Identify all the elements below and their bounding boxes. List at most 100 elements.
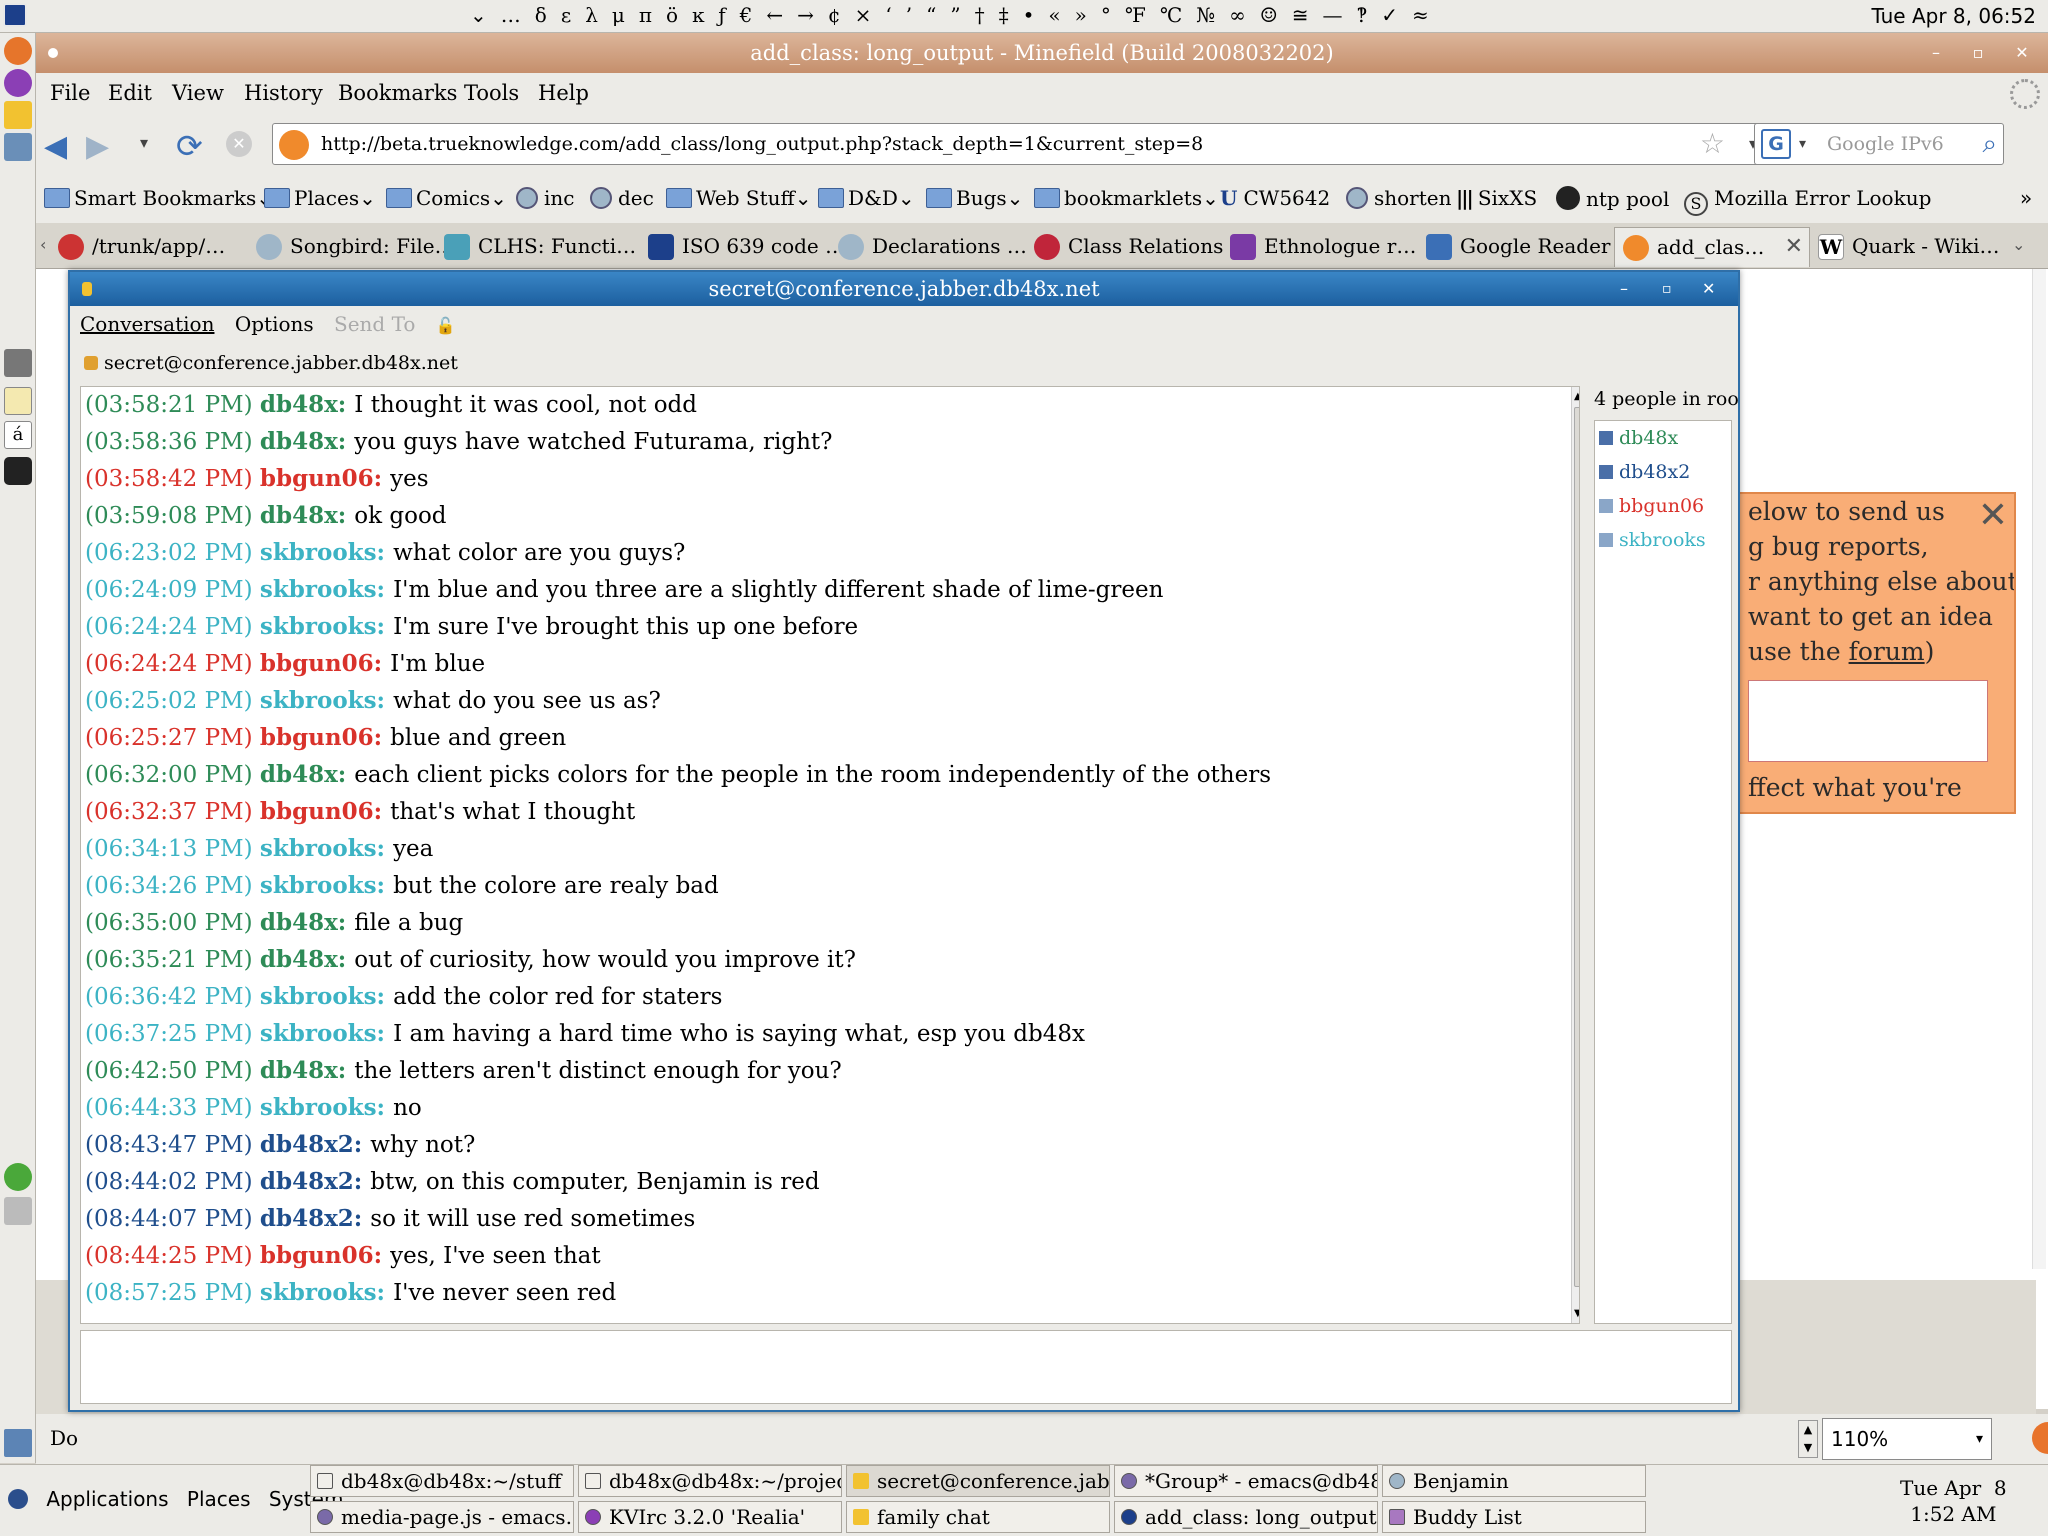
task-chat-secret[interactable]: secret@conference.jabb… [846, 1465, 1110, 1497]
url-bar[interactable]: http://beta.trueknowledge.com/add_class/… [272, 123, 1764, 165]
char-button[interactable]: … [501, 3, 522, 27]
stop-icon[interactable]: ✕ [226, 131, 252, 157]
char-button[interactable]: ” [950, 3, 961, 27]
message-sender[interactable]: db48x: [260, 428, 354, 455]
char-button[interactable]: ≈ [1412, 3, 1430, 27]
message-sender[interactable]: skbrooks: [260, 576, 393, 603]
engine-dropdown-icon[interactable]: ▾ [1799, 124, 1806, 164]
menu-bookmarks[interactable]: Bookmarks [338, 81, 457, 105]
message-sender[interactable]: db48x: [260, 909, 354, 936]
tab-trunk-app[interactable]: /trunk/app/… [50, 227, 246, 267]
terminal-launcher-icon[interactable] [4, 133, 32, 161]
firefox-launcher-icon[interactable] [4, 37, 32, 65]
chat-scrollbar[interactable]: ▲ ▼ [1571, 387, 1579, 1323]
menu-places[interactable]: Places [187, 1487, 251, 1511]
char-button[interactable]: » [1075, 3, 1088, 27]
message-sender[interactable]: db48x: [260, 391, 354, 418]
char-button[interactable]: × [855, 3, 873, 27]
char-button[interactable]: “ [926, 3, 937, 27]
bookmark-web-stuff[interactable]: Web Stuff⌄ [666, 186, 812, 210]
char-button[interactable]: ℃ [1160, 3, 1183, 27]
extension-status-icon[interactable] [2032, 1422, 2048, 1454]
close-icon[interactable]: ✕ [2010, 41, 2034, 65]
menu-send-to[interactable]: Send To [334, 312, 415, 336]
tab-iso-639[interactable]: ISO 639 code … [640, 227, 860, 267]
feedback-textarea[interactable] [1748, 680, 1988, 762]
chat-scroll-thumb[interactable] [1574, 407, 1579, 1287]
char-button[interactable]: ¢ [828, 3, 842, 27]
char-button[interactable]: † [975, 3, 986, 27]
forum-link[interactable]: forum [1849, 637, 1925, 666]
message-sender[interactable]: db48x2: [260, 1168, 370, 1195]
message-sender[interactable]: skbrooks: [260, 1020, 393, 1047]
top-clock[interactable]: Tue Apr 8, 06:52 [1871, 4, 2036, 28]
search-bar[interactable]: G ▾ Google IPv6 ⌕ [1754, 123, 2004, 165]
task-emacs-media-page[interactable]: media-page.js - emacs… [310, 1501, 574, 1533]
message-sender[interactable]: db48x2: [260, 1131, 370, 1158]
search-icon[interactable]: ⌕ [1982, 124, 1997, 164]
google-engine-icon[interactable]: G [1761, 129, 1791, 159]
bookmark-shorten[interactable]: shorten [1346, 186, 1452, 210]
bookmark-sixxs[interactable]: ||| SixXS [1456, 186, 1537, 210]
task-terminal-projects[interactable]: db48x@db48x:~/projec… [578, 1465, 842, 1497]
message-sender[interactable]: db48x: [260, 761, 354, 788]
tab-quark-wiki[interactable]: W Quark - Wiki… [1810, 227, 2010, 267]
user-list[interactable]: db48x db48x2 bbgun06 skbrooks [1594, 420, 1732, 1324]
menu-view[interactable]: View [172, 81, 224, 105]
room-user[interactable]: skbrooks [1599, 529, 1706, 551]
tab-add-class[interactable]: add_clas… ✕ [1614, 227, 1810, 267]
page-scrollbar[interactable] [2032, 269, 2046, 1269]
menu-tools[interactable]: Tools [464, 81, 519, 105]
char-button[interactable]: δ [535, 3, 548, 27]
zoom-stepper[interactable]: ▲ ▼ [1798, 1420, 1818, 1458]
char-button[interactable]: λ [585, 3, 599, 27]
message-compose-field[interactable] [80, 1330, 1732, 1404]
char-button[interactable]: ≅ [1292, 3, 1310, 27]
char-button[interactable]: ℉ [1125, 3, 1147, 27]
bookmark-mozilla-error-lookup[interactable]: S Mozilla Error Lookup [1684, 186, 1931, 216]
tab-close-icon[interactable]: ✕ [1785, 228, 1803, 266]
char-button[interactable]: ⌄ [470, 3, 488, 27]
menu-applications[interactable]: Applications [46, 1487, 168, 1511]
char-button[interactable]: ö [666, 3, 679, 27]
chat-maximize-icon[interactable]: ▫ [1662, 272, 1672, 306]
scroll-down-icon[interactable]: ▼ [1574, 1308, 1579, 1319]
task-emacs-group[interactable]: *Group* - emacs@db48… [1114, 1465, 1378, 1497]
pidgin-launcher-icon[interactable] [4, 101, 32, 129]
message-sender[interactable]: skbrooks: [260, 835, 393, 862]
bookmark-bugs[interactable]: Bugs⌄ [926, 186, 1023, 210]
conversation-tab[interactable]: secret@conference.jabber.db48x.net [84, 352, 458, 374]
tab-scroll-left-icon[interactable]: ‹ [40, 235, 46, 254]
message-sender[interactable]: db48x2: [260, 1205, 370, 1232]
network-status-icon[interactable] [4, 1163, 32, 1191]
chat-log[interactable]: ▲ ▼ (03:58:21 PM) db48x: I thought it wa… [80, 386, 1580, 1324]
camera-launcher-icon[interactable] [4, 457, 32, 485]
room-user[interactable]: bbgun06 [1599, 495, 1704, 517]
char-button[interactable]: ‘ [885, 3, 892, 27]
message-sender[interactable]: db48x: [260, 946, 354, 973]
bookmark-star-icon[interactable]: ☆ [1700, 124, 1725, 164]
tab-clhs[interactable]: CLHS: Functi… [436, 227, 656, 267]
character-map-launcher-icon[interactable]: á [4, 421, 32, 449]
message-sender[interactable]: bbgun06: [260, 465, 390, 492]
reload-icon[interactable]: ⟳ [176, 127, 203, 165]
bookmark-places[interactable]: Places⌄ [264, 186, 376, 210]
char-button[interactable]: ‡ [999, 3, 1010, 27]
chat-minimize-icon[interactable]: – [1620, 272, 1628, 306]
feedback-close-icon[interactable]: ✕ [1978, 498, 2008, 534]
printer-icon[interactable] [4, 1197, 32, 1225]
menu-help[interactable]: Help [538, 81, 589, 105]
menu-history-label[interactable]: History [244, 81, 323, 105]
char-button[interactable]: ∞ [1229, 3, 1247, 27]
menu-options[interactable]: Options [235, 312, 314, 336]
task-buddy-list[interactable]: Buddy List [1382, 1501, 1646, 1533]
bookmark-bookmarklets[interactable]: bookmarklets⌄ [1034, 186, 1219, 210]
bookmark-comics[interactable]: Comics⌄ [386, 186, 507, 210]
back-arrow-icon[interactable]: ◀ [44, 129, 67, 164]
bookmark-cw5642[interactable]: U CW5642 [1220, 186, 1330, 210]
task-kvirc[interactable]: KVIrc 3.2.0 'Realia' [578, 1501, 842, 1533]
char-button[interactable]: — [1323, 3, 1344, 27]
message-sender[interactable]: skbrooks: [260, 613, 393, 640]
message-sender[interactable]: db48x: [260, 502, 354, 529]
char-button[interactable]: ĸ [692, 3, 705, 27]
